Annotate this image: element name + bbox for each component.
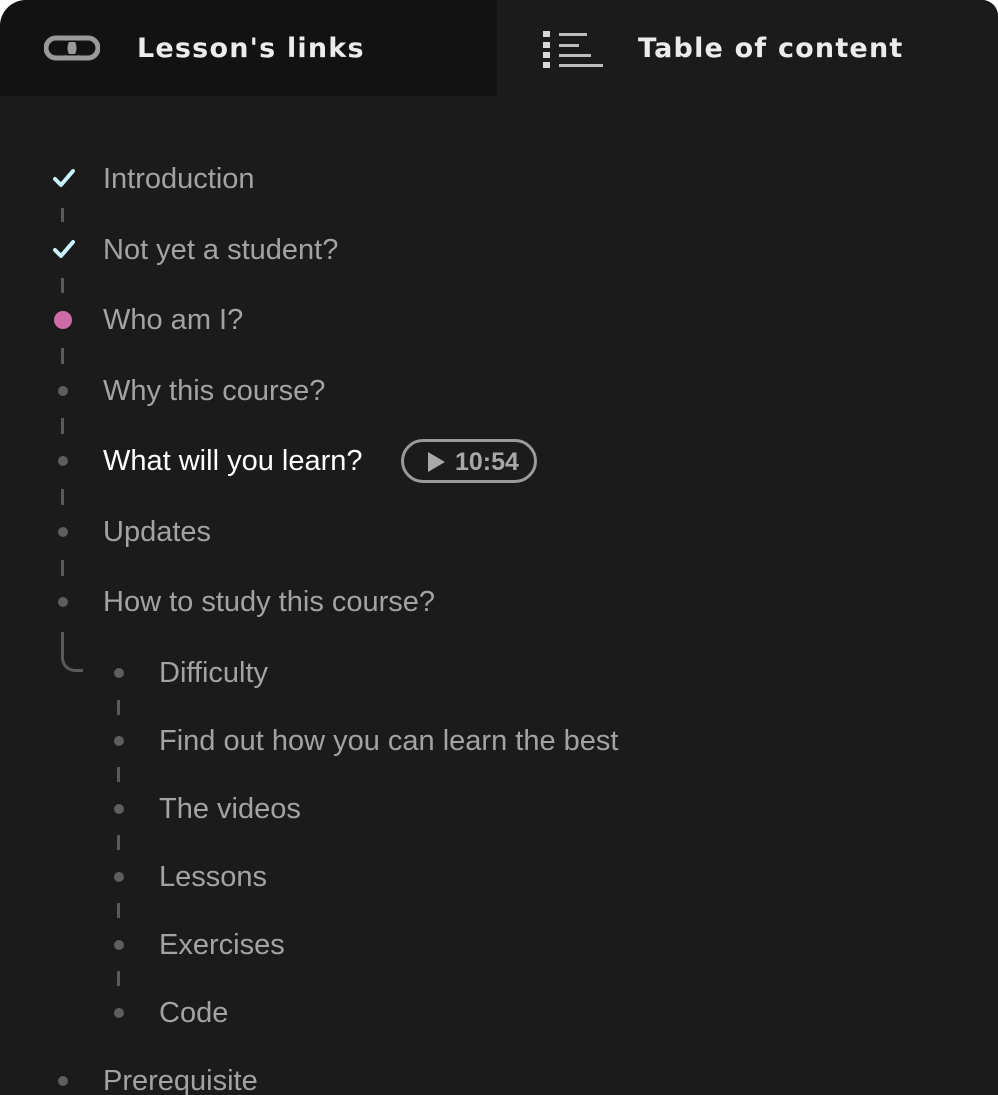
tab-table-of-content-label: Table of content <box>638 33 904 64</box>
toc-marker <box>51 300 75 340</box>
tab-lessons-links-label: Lesson's links <box>137 33 365 64</box>
toc-item-not-yet-a-student[interactable]: Not yet a student? <box>51 230 651 270</box>
toc-subitem-exercises[interactable]: Exercises <box>107 925 707 965</box>
list-icon <box>543 31 603 68</box>
toc-marker <box>51 230 75 270</box>
toc-connector <box>61 278 64 293</box>
toc-subitem-find-out[interactable]: Find out how you can learn the best <box>107 721 707 761</box>
toc-subitem-label[interactable]: Exercises <box>159 925 285 965</box>
toc-connector <box>61 489 64 505</box>
toc-list: Introduction Not yet a student? Who am I… <box>0 96 998 1095</box>
toc-subitem-label[interactable]: Find out how you can learn the best <box>159 721 618 761</box>
toc-item-label[interactable]: How to study this course? <box>103 582 435 622</box>
toc-item-how-to-study[interactable]: How to study this course? <box>51 582 651 622</box>
todo-dot <box>58 597 68 607</box>
todo-dot <box>114 668 124 678</box>
toc-item-label[interactable]: What will you learn? <box>103 441 363 481</box>
play-icon <box>428 452 445 472</box>
toc-marker <box>51 371 75 411</box>
todo-dot <box>58 456 68 466</box>
toc-marker <box>51 159 75 199</box>
toc-item-label[interactable]: Not yet a student? <box>103 230 338 270</box>
toc-item-why-this-course[interactable]: Why this course? <box>51 371 651 411</box>
toc-marker <box>107 653 131 693</box>
todo-dot <box>58 527 68 537</box>
toc-subitem-label[interactable]: Code <box>159 993 228 1033</box>
check-icon <box>53 240 75 258</box>
todo-dot <box>114 940 124 950</box>
todo-dot <box>58 1076 68 1086</box>
panel-tabs: Lesson's links Table of content <box>0 0 998 96</box>
toc-marker <box>51 512 75 552</box>
toc-item-prerequisite[interactable]: Prerequisite <box>51 1061 651 1095</box>
todo-dot <box>114 1008 124 1018</box>
video-duration-badge[interactable]: 10:54 <box>401 439 537 483</box>
todo-dot <box>114 804 124 814</box>
toc-item-updates[interactable]: Updates <box>51 512 651 552</box>
toc-connector <box>61 348 64 364</box>
toc-item-who-am-i[interactable]: Who am I? <box>51 300 651 340</box>
toc-item-introduction[interactable]: Introduction <box>51 159 651 199</box>
video-duration: 10:54 <box>455 448 519 476</box>
toc-sub-connector <box>117 903 120 918</box>
toc-subitem-label[interactable]: Difficulty <box>159 653 268 693</box>
toc-sub-connector <box>117 700 120 715</box>
toc-item-label[interactable]: Who am I? <box>103 300 243 340</box>
toc-branch-connector <box>61 632 83 672</box>
tab-lessons-links[interactable]: Lesson's links <box>0 0 497 96</box>
toc-marker <box>107 789 131 829</box>
toc-marker <box>107 925 131 965</box>
todo-dot <box>58 386 68 396</box>
toc-connector <box>61 418 64 434</box>
toc-subitem-label[interactable]: The videos <box>159 789 301 829</box>
toc-connector <box>61 560 64 576</box>
toc-connector <box>61 208 64 222</box>
toc-marker <box>107 993 131 1033</box>
toc-subitem-lessons[interactable]: Lessons <box>107 857 707 897</box>
toc-marker <box>107 857 131 897</box>
toc-item-label[interactable]: Updates <box>103 512 211 552</box>
toc-marker <box>51 582 75 622</box>
toc-subitem-difficulty[interactable]: Difficulty <box>107 653 707 693</box>
current-progress-dot <box>54 311 72 329</box>
check-icon <box>53 169 75 187</box>
toc-sub-connector <box>117 767 120 782</box>
link-icon <box>44 35 100 61</box>
toc-subitem-the-videos[interactable]: The videos <box>107 789 707 829</box>
toc-item-label[interactable]: Why this course? <box>103 371 325 411</box>
toc-item-label[interactable]: Introduction <box>103 159 255 199</box>
toc-marker <box>51 441 75 481</box>
table-of-content-panel: Lesson's links Table of content Introduc… <box>0 0 998 1095</box>
toc-subitem-label[interactable]: Lessons <box>159 857 267 897</box>
toc-marker <box>107 721 131 761</box>
toc-subitem-code[interactable]: Code <box>107 993 707 1033</box>
toc-marker <box>51 1061 75 1095</box>
toc-sub-connector <box>117 971 120 986</box>
toc-item-what-will-you-learn[interactable]: What will you learn? 10:54 <box>51 439 651 487</box>
toc-item-label[interactable]: Prerequisite <box>103 1061 258 1095</box>
todo-dot <box>114 872 124 882</box>
tab-table-of-content[interactable]: Table of content <box>497 0 998 96</box>
toc-sub-connector <box>117 835 120 850</box>
todo-dot <box>114 736 124 746</box>
